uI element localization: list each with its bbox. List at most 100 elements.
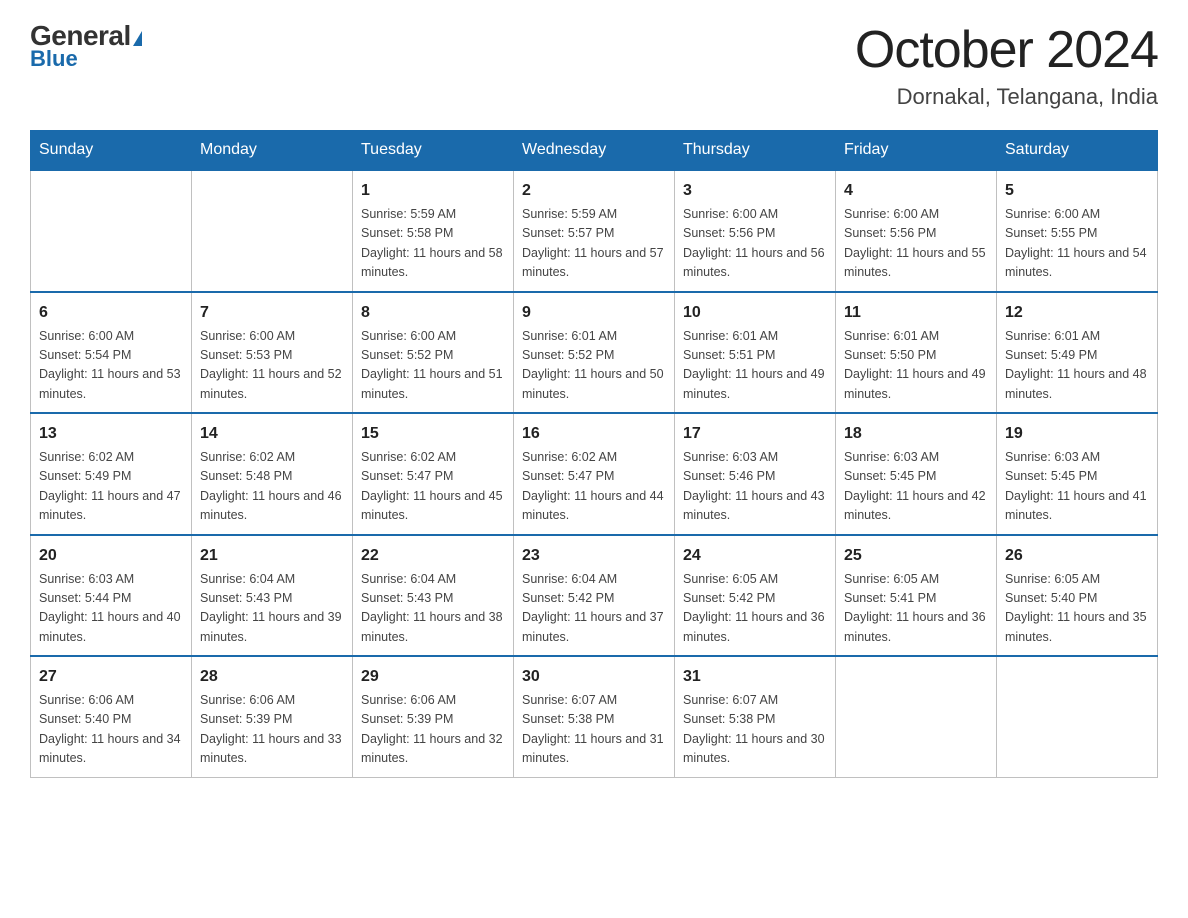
calendar-cell — [836, 656, 997, 777]
day-number: 17 — [683, 422, 827, 446]
day-number: 2 — [522, 179, 666, 203]
calendar-cell: 24Sunrise: 6:05 AMSunset: 5:42 PMDayligh… — [675, 535, 836, 657]
day-number: 3 — [683, 179, 827, 203]
calendar-header-saturday: Saturday — [997, 131, 1158, 171]
calendar-cell: 15Sunrise: 6:02 AMSunset: 5:47 PMDayligh… — [353, 413, 514, 535]
calendar-cell: 6Sunrise: 6:00 AMSunset: 5:54 PMDaylight… — [31, 292, 192, 414]
day-number: 27 — [39, 665, 183, 689]
calendar-week-row: 13Sunrise: 6:02 AMSunset: 5:49 PMDayligh… — [31, 413, 1158, 535]
day-number: 29 — [361, 665, 505, 689]
day-number: 18 — [844, 422, 988, 446]
calendar-cell: 27Sunrise: 6:06 AMSunset: 5:40 PMDayligh… — [31, 656, 192, 777]
logo: General Blue — [30, 20, 142, 72]
calendar-cell: 21Sunrise: 6:04 AMSunset: 5:43 PMDayligh… — [192, 535, 353, 657]
calendar-header-monday: Monday — [192, 131, 353, 171]
calendar-table: SundayMondayTuesdayWednesdayThursdayFrid… — [30, 130, 1158, 778]
day-info: Sunrise: 6:02 AMSunset: 5:49 PMDaylight:… — [39, 448, 183, 526]
calendar-cell: 20Sunrise: 6:03 AMSunset: 5:44 PMDayligh… — [31, 535, 192, 657]
month-title: October 2024 — [855, 20, 1158, 80]
day-info: Sunrise: 6:06 AMSunset: 5:39 PMDaylight:… — [361, 691, 505, 769]
calendar-header-friday: Friday — [836, 131, 997, 171]
day-number: 28 — [200, 665, 344, 689]
calendar-cell: 1Sunrise: 5:59 AMSunset: 5:58 PMDaylight… — [353, 170, 514, 292]
calendar-cell — [31, 170, 192, 292]
day-info: Sunrise: 6:01 AMSunset: 5:50 PMDaylight:… — [844, 327, 988, 405]
day-number: 5 — [1005, 179, 1149, 203]
day-number: 24 — [683, 544, 827, 568]
day-info: Sunrise: 6:02 AMSunset: 5:47 PMDaylight:… — [361, 448, 505, 526]
calendar-cell: 31Sunrise: 6:07 AMSunset: 5:38 PMDayligh… — [675, 656, 836, 777]
day-info: Sunrise: 6:04 AMSunset: 5:43 PMDaylight:… — [361, 570, 505, 648]
day-info: Sunrise: 6:04 AMSunset: 5:43 PMDaylight:… — [200, 570, 344, 648]
day-info: Sunrise: 6:07 AMSunset: 5:38 PMDaylight:… — [522, 691, 666, 769]
day-info: Sunrise: 6:07 AMSunset: 5:38 PMDaylight:… — [683, 691, 827, 769]
day-info: Sunrise: 6:00 AMSunset: 5:55 PMDaylight:… — [1005, 205, 1149, 283]
calendar-cell — [997, 656, 1158, 777]
calendar-week-row: 20Sunrise: 6:03 AMSunset: 5:44 PMDayligh… — [31, 535, 1158, 657]
calendar-cell: 28Sunrise: 6:06 AMSunset: 5:39 PMDayligh… — [192, 656, 353, 777]
calendar-cell: 10Sunrise: 6:01 AMSunset: 5:51 PMDayligh… — [675, 292, 836, 414]
calendar-cell: 29Sunrise: 6:06 AMSunset: 5:39 PMDayligh… — [353, 656, 514, 777]
day-info: Sunrise: 6:05 AMSunset: 5:42 PMDaylight:… — [683, 570, 827, 648]
calendar-cell: 19Sunrise: 6:03 AMSunset: 5:45 PMDayligh… — [997, 413, 1158, 535]
day-info: Sunrise: 6:03 AMSunset: 5:45 PMDaylight:… — [844, 448, 988, 526]
calendar-header-thursday: Thursday — [675, 131, 836, 171]
day-info: Sunrise: 6:00 AMSunset: 5:52 PMDaylight:… — [361, 327, 505, 405]
day-info: Sunrise: 6:00 AMSunset: 5:54 PMDaylight:… — [39, 327, 183, 405]
title-section: October 2024 Dornakal, Telangana, India — [855, 20, 1158, 110]
calendar-cell: 3Sunrise: 6:00 AMSunset: 5:56 PMDaylight… — [675, 170, 836, 292]
calendar-cell: 14Sunrise: 6:02 AMSunset: 5:48 PMDayligh… — [192, 413, 353, 535]
day-info: Sunrise: 6:04 AMSunset: 5:42 PMDaylight:… — [522, 570, 666, 648]
calendar-cell: 9Sunrise: 6:01 AMSunset: 5:52 PMDaylight… — [514, 292, 675, 414]
calendar-header-tuesday: Tuesday — [353, 131, 514, 171]
day-info: Sunrise: 6:05 AMSunset: 5:41 PMDaylight:… — [844, 570, 988, 648]
calendar-cell: 5Sunrise: 6:00 AMSunset: 5:55 PMDaylight… — [997, 170, 1158, 292]
day-info: Sunrise: 6:00 AMSunset: 5:56 PMDaylight:… — [844, 205, 988, 283]
calendar-week-row: 27Sunrise: 6:06 AMSunset: 5:40 PMDayligh… — [31, 656, 1158, 777]
day-number: 10 — [683, 301, 827, 325]
day-number: 26 — [1005, 544, 1149, 568]
calendar-cell: 7Sunrise: 6:00 AMSunset: 5:53 PMDaylight… — [192, 292, 353, 414]
calendar-cell: 22Sunrise: 6:04 AMSunset: 5:43 PMDayligh… — [353, 535, 514, 657]
day-number: 31 — [683, 665, 827, 689]
day-number: 6 — [39, 301, 183, 325]
day-number: 25 — [844, 544, 988, 568]
day-info: Sunrise: 6:03 AMSunset: 5:44 PMDaylight:… — [39, 570, 183, 648]
day-number: 1 — [361, 179, 505, 203]
calendar-header-row: SundayMondayTuesdayWednesdayThursdayFrid… — [31, 131, 1158, 171]
logo-blue: Blue — [30, 46, 78, 72]
day-number: 8 — [361, 301, 505, 325]
day-info: Sunrise: 5:59 AMSunset: 5:58 PMDaylight:… — [361, 205, 505, 283]
calendar-cell: 30Sunrise: 6:07 AMSunset: 5:38 PMDayligh… — [514, 656, 675, 777]
day-number: 19 — [1005, 422, 1149, 446]
day-info: Sunrise: 6:06 AMSunset: 5:40 PMDaylight:… — [39, 691, 183, 769]
location-title: Dornakal, Telangana, India — [855, 84, 1158, 110]
day-info: Sunrise: 6:01 AMSunset: 5:49 PMDaylight:… — [1005, 327, 1149, 405]
calendar-week-row: 1Sunrise: 5:59 AMSunset: 5:58 PMDaylight… — [31, 170, 1158, 292]
day-number: 16 — [522, 422, 666, 446]
day-info: Sunrise: 6:02 AMSunset: 5:48 PMDaylight:… — [200, 448, 344, 526]
calendar-cell: 13Sunrise: 6:02 AMSunset: 5:49 PMDayligh… — [31, 413, 192, 535]
calendar-header-wednesday: Wednesday — [514, 131, 675, 171]
day-number: 22 — [361, 544, 505, 568]
day-number: 4 — [844, 179, 988, 203]
day-number: 14 — [200, 422, 344, 446]
calendar-cell: 25Sunrise: 6:05 AMSunset: 5:41 PMDayligh… — [836, 535, 997, 657]
day-info: Sunrise: 6:01 AMSunset: 5:51 PMDaylight:… — [683, 327, 827, 405]
calendar-cell: 2Sunrise: 5:59 AMSunset: 5:57 PMDaylight… — [514, 170, 675, 292]
day-info: Sunrise: 6:06 AMSunset: 5:39 PMDaylight:… — [200, 691, 344, 769]
day-number: 12 — [1005, 301, 1149, 325]
calendar-header-sunday: Sunday — [31, 131, 192, 171]
day-number: 21 — [200, 544, 344, 568]
day-number: 13 — [39, 422, 183, 446]
day-info: Sunrise: 6:02 AMSunset: 5:47 PMDaylight:… — [522, 448, 666, 526]
calendar-cell: 26Sunrise: 6:05 AMSunset: 5:40 PMDayligh… — [997, 535, 1158, 657]
day-info: Sunrise: 6:01 AMSunset: 5:52 PMDaylight:… — [522, 327, 666, 405]
day-number: 11 — [844, 301, 988, 325]
calendar-cell: 12Sunrise: 6:01 AMSunset: 5:49 PMDayligh… — [997, 292, 1158, 414]
day-info: Sunrise: 6:03 AMSunset: 5:46 PMDaylight:… — [683, 448, 827, 526]
calendar-week-row: 6Sunrise: 6:00 AMSunset: 5:54 PMDaylight… — [31, 292, 1158, 414]
day-number: 30 — [522, 665, 666, 689]
day-number: 9 — [522, 301, 666, 325]
page-header: General Blue October 2024 Dornakal, Tela… — [30, 20, 1158, 110]
